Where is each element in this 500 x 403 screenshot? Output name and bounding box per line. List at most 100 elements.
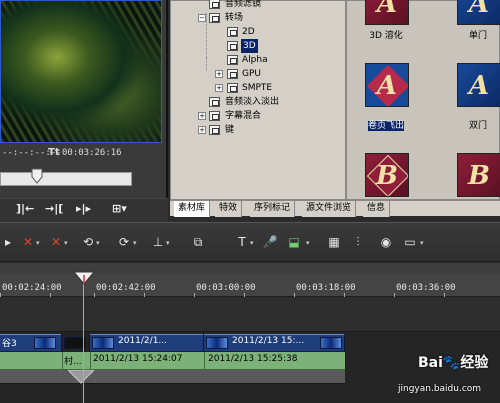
play-in-out-button[interactable]: ▸|▸: [76, 202, 91, 220]
export-icon[interactable]: ⬓: [286, 232, 302, 252]
redo-icon[interactable]: ⟳: [116, 232, 132, 252]
transition-track[interactable]: [0, 370, 345, 384]
folder-icon: [209, 13, 220, 23]
clip-thumbnail: [320, 337, 342, 349]
folder-icon: [227, 83, 238, 93]
thumb-label: 3D 溶化: [369, 31, 403, 41]
tree-item-audio-fade[interactable]: 音频淡入淡出: [171, 95, 347, 109]
tree-item-2d[interactable]: 2D: [171, 25, 347, 39]
ruler-label: 00:03:36:00: [396, 283, 456, 293]
timecode-total: 00:03:26:16: [62, 148, 122, 158]
playhead-line: [83, 284, 84, 403]
video-frame-image: [1, 1, 161, 142]
tree-item-label: SMPTE: [242, 83, 273, 93]
tree-item-label: GPU: [242, 69, 261, 79]
folder-icon: [209, 97, 220, 107]
tree-item-3d[interactable]: 3D: [171, 39, 347, 53]
tree-item-label: 音频滤镜: [225, 0, 262, 9]
chevron-down-icon[interactable]: ▾: [36, 239, 40, 247]
preview-monitor: --:--:--:-- Tt 00:03:26:16: [0, 0, 168, 198]
folder-icon: [209, 0, 220, 9]
chevron-down-icon[interactable]: ▾: [166, 239, 170, 247]
ruler-label: 00:02:24:00: [2, 283, 62, 293]
window-layout-icon[interactable]: ▭: [402, 232, 418, 252]
thumb-letter: A: [376, 0, 398, 19]
expand-icon[interactable]: +: [215, 70, 223, 78]
undo-icon[interactable]: ⟲: [80, 232, 96, 252]
effect-thumb-single-door[interactable]: A: [457, 0, 500, 25]
audio-clip-title: 2011/2/13 15:25:38: [208, 354, 298, 364]
microphone-icon[interactable]: 🎤: [262, 232, 278, 252]
thumb-letter: B: [468, 161, 490, 191]
chevron-down-icon[interactable]: ▾: [64, 239, 68, 247]
tab-info[interactable]: 信息: [363, 201, 391, 217]
effect-thumb-b1[interactable]: B: [365, 153, 409, 197]
tab-effects[interactable]: 特效: [215, 201, 243, 217]
thumb-label-selected: 卷页飞出: [367, 121, 404, 131]
transition-marker-icon[interactable]: [68, 370, 94, 384]
title-tool-icon[interactable]: T: [234, 232, 250, 252]
chevron-down-icon[interactable]: ▾: [306, 239, 310, 247]
preview-scrub-bar[interactable]: [0, 172, 132, 186]
set-out-button[interactable]: →|[: [45, 202, 63, 220]
folder-icon: [227, 27, 238, 37]
effect-thumb-page-fly[interactable]: A: [365, 63, 409, 107]
tab-source-browser[interactable]: 源文件浏览: [302, 201, 357, 217]
video-preview[interactable]: [0, 0, 162, 143]
effects-thumbnail-grid: A 3D 溶化 A 单门 A 卷页飞出 A 双门 B B: [346, 0, 500, 200]
tree-item-title-mix[interactable]: + 字幕混合: [171, 109, 347, 123]
storyboard-icon[interactable]: ▦: [326, 232, 342, 252]
empty-track[interactable]: [0, 298, 500, 332]
expand-icon[interactable]: +: [198, 126, 206, 134]
tab-sequence-markers[interactable]: 序列标记: [250, 201, 296, 217]
thumb-label: 单门: [468, 31, 487, 41]
clip-thumbnail: [92, 337, 114, 349]
clip-title: 2011/2/13 15:...: [232, 336, 305, 346]
effect-thumb-double-door[interactable]: A: [457, 63, 500, 107]
ruler-label: 00:02:42:00: [96, 283, 156, 293]
chevron-down-icon[interactable]: ▾: [96, 239, 100, 247]
clip-title: 谷3: [2, 339, 17, 349]
tree-item-label-selected: 3D: [241, 39, 258, 53]
tree-item-gpu[interactable]: + GPU: [171, 67, 347, 81]
effect-thumb-3d-dissolve[interactable]: A: [365, 0, 409, 25]
chevron-down-icon[interactable]: ▾: [133, 239, 137, 247]
split-icon[interactable]: ⊥: [150, 232, 166, 252]
chevron-down-icon[interactable]: ▾: [250, 239, 254, 247]
tree-item-alpha[interactable]: Alpha: [171, 53, 347, 67]
thumb-letter: A: [376, 71, 398, 101]
chevron-down-icon[interactable]: ▾: [420, 239, 424, 247]
mixer-icon[interactable]: ⫶: [350, 232, 366, 252]
playhead-icon[interactable]: [73, 271, 95, 285]
tree-item-key[interactable]: + 键: [171, 123, 347, 137]
folder-icon: [227, 69, 238, 79]
collapse-icon[interactable]: −: [198, 14, 206, 22]
color-icon[interactable]: ◉: [378, 232, 394, 252]
expand-icon[interactable]: +: [215, 84, 223, 92]
tree-item-label: 转场: [225, 13, 244, 23]
set-in-button[interactable]: ]|←: [16, 202, 34, 220]
thumb-label: 双门: [468, 121, 487, 131]
tree-item-audio-filter[interactable]: 音频滤镜: [171, 0, 347, 11]
thumb-letter: A: [468, 0, 490, 19]
expand-icon[interactable]: +: [198, 112, 206, 120]
scrub-handle-icon[interactable]: [31, 168, 43, 184]
more-tools-button[interactable]: ⊞▾: [112, 202, 127, 220]
watermark-url: jingyan.baidu.com: [398, 384, 482, 394]
tree-item-label: 键: [225, 125, 235, 135]
effect-thumb-b2[interactable]: B: [457, 153, 500, 197]
mode-icon[interactable]: ▸: [0, 232, 16, 252]
ripple-delete-icon[interactable]: ✕: [48, 232, 64, 252]
tree-item-transitions[interactable]: − 转场: [171, 11, 347, 25]
transport-controls: ]|← →|[ ▸|▸ ⊞▾: [0, 198, 168, 222]
tab-library[interactable]: 素材库: [174, 201, 211, 217]
watermark-logo: Bai🐾经验: [418, 355, 489, 371]
clip-thumbnail: [34, 337, 56, 349]
link-icon[interactable]: ⧉: [190, 232, 206, 252]
tree-item-smpte[interactable]: + SMPTE: [171, 81, 347, 95]
timeline-toolbar: ▸ ✕ ▾ ✕ ▾ ⟲ ▾ ⟳ ▾ ⊥ ▾ ⧉ T ▾ 🎤 ⬓ ▾ ▦ ⫶ ◉ …: [0, 222, 500, 262]
tree-item-label: 字幕混合: [225, 111, 262, 121]
audio-clip-title: 村...: [64, 357, 82, 367]
audio-clip-title: 2011/2/13 15:24:07: [93, 354, 183, 364]
delete-icon[interactable]: ✕: [20, 232, 36, 252]
